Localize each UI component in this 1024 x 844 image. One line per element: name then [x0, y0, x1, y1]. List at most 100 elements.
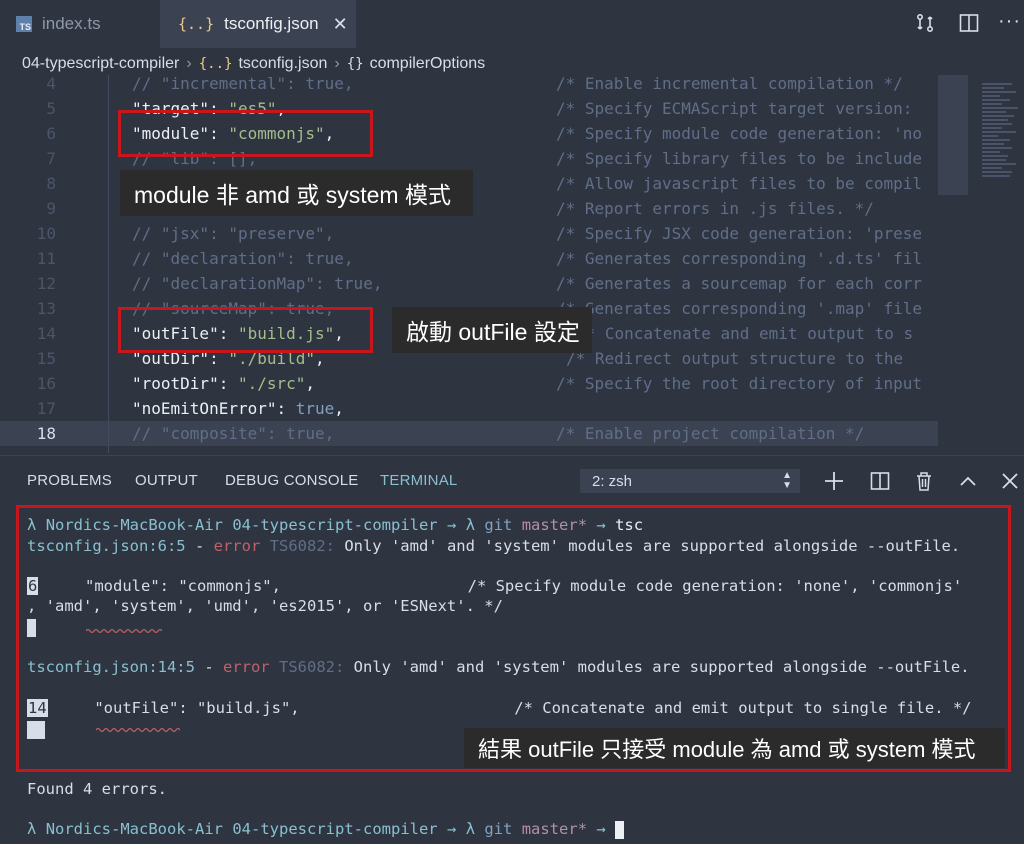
- terminal-select-value: 2: zsh: [592, 472, 633, 490]
- minimap-line: [982, 95, 1000, 97]
- minimap-line: [982, 115, 1014, 117]
- minimap-line: [982, 83, 1012, 85]
- code-line[interactable]: 12 // "declarationMap": true, /* Generates…: [0, 271, 938, 296]
- tab-output[interactable]: OUTPUT: [135, 472, 198, 489]
- minimap-line: [982, 139, 1010, 141]
- annotation-module-note: module 非 amd 或 system 模式: [120, 170, 473, 216]
- more-actions-icon[interactable]: ···: [998, 10, 1020, 32]
- select-arrows-icon: ▲ ▼: [782, 470, 792, 491]
- inline-comment: /* Enable incremental compilation */: [556, 75, 903, 93]
- plus-icon[interactable]: [823, 470, 845, 492]
- minimap-line: [982, 127, 1002, 129]
- editor-scrollbar[interactable]: [938, 75, 968, 195]
- prompt-arrow: →: [596, 820, 606, 838]
- breadcrumb-file[interactable]: tsconfig.json: [238, 55, 327, 73]
- inline-comment: /* Allow javascript files to be compil: [556, 174, 923, 193]
- chevron-up-icon[interactable]: [957, 470, 979, 492]
- minimap-line: [982, 163, 1016, 165]
- inline-comment: /* Enable project compilation */: [556, 424, 865, 443]
- minimap[interactable]: [982, 81, 1020, 201]
- terminal-prompt-line: λ Nordics-MacBook-Air 04-typescript-comp…: [27, 818, 625, 840]
- code-line[interactable]: 18 // "composite": true, /* Enable project…: [0, 421, 938, 446]
- tab-label: index.ts: [42, 14, 101, 33]
- minimap-line: [982, 111, 1006, 113]
- minimap-line: [982, 151, 1000, 153]
- tab-tsconfig-json[interactable]: {..} tsconfig.json ✕: [160, 0, 356, 48]
- code-line[interactable]: 17 "noEmitOnError": true,: [0, 396, 938, 421]
- breadcrumb: 04-typescript-compiler › {..} tsconfig.j…: [22, 52, 485, 76]
- json-key: "noEmitOnError": [132, 399, 277, 418]
- typescript-file-icon: TS: [16, 16, 32, 32]
- minimap-line: [982, 135, 998, 137]
- minimap-line: [982, 107, 1018, 109]
- split-editor-icon[interactable]: [958, 12, 980, 34]
- line-number: 7: [46, 149, 56, 168]
- object-symbol-icon: {}: [346, 56, 364, 72]
- minimap-line: [982, 103, 1002, 105]
- breadcrumb-folder[interactable]: 04-typescript-compiler: [22, 55, 179, 73]
- minimap-line: [982, 147, 1012, 149]
- commented-option: // "composite": true,: [132, 424, 335, 443]
- chevron-right-icon: ›: [186, 55, 192, 72]
- minimap-line: [982, 171, 1012, 173]
- commented-option: // "jsx": "preserve",: [132, 224, 335, 243]
- split-terminal-icon[interactable]: [869, 470, 891, 492]
- close-tab-icon[interactable]: ✕: [333, 14, 348, 35]
- prompt-branch: master*: [521, 820, 588, 838]
- line-number: 13: [36, 299, 56, 318]
- inline-comment: /* Specify ECMAScript target version:: [556, 99, 913, 118]
- minimap-line: [982, 167, 1002, 169]
- code-text: // "declarationMap": true,: [132, 271, 382, 296]
- tab-terminal[interactable]: TERMINAL: [380, 472, 457, 489]
- terminal-cursor: [615, 820, 625, 839]
- code-line[interactable]: 10 // "jsx": "preserve", /* Specify JSX co…: [0, 221, 938, 246]
- panel-tab-bar: PROBLEMS OUTPUT DEBUG CONSOLE TERMINAL 2…: [0, 456, 1024, 506]
- prompt-arrow: →: [447, 820, 457, 838]
- inline-comment: /* Generates corresponding '.d.ts' fil: [556, 249, 923, 268]
- minimap-line: [982, 99, 1010, 101]
- close-icon[interactable]: [999, 470, 1021, 492]
- line-number: 10: [36, 224, 56, 243]
- inline-comment: /* Specify library files to be include: [556, 149, 923, 168]
- minimap-line: [982, 87, 1004, 89]
- indent-guide: [108, 75, 109, 453]
- tab-problems[interactable]: PROBLEMS: [27, 472, 112, 489]
- breadcrumb-symbol[interactable]: compilerOptions: [370, 55, 486, 73]
- open-changes-icon[interactable]: [914, 12, 936, 34]
- line-number: 5: [46, 99, 56, 118]
- line-number: 18: [36, 424, 56, 443]
- trash-icon[interactable]: [913, 470, 935, 492]
- code-text: "rootDir": "./src",: [132, 374, 316, 393]
- annotation-result-note: 結果 outFile 只接受 module 為 amd 或 system 模式: [464, 728, 1005, 768]
- commented-option: // "declaration": true,: [132, 249, 354, 268]
- code-line[interactable]: 16 "rootDir": "./src", /* Specify the root…: [0, 371, 938, 396]
- line-number: 12: [36, 274, 56, 293]
- code-text: // "composite": true,: [132, 421, 334, 446]
- code-line[interactable]: 4 // "incremental": true, /* Enable increm…: [0, 75, 938, 96]
- line-number: 8: [46, 174, 56, 193]
- tab-debug-console[interactable]: DEBUG CONSOLE: [225, 472, 358, 489]
- minimap-line: [982, 131, 1016, 133]
- line-number: 11: [36, 249, 56, 268]
- minimap-line: [982, 91, 1016, 93]
- code-line[interactable]: 11 // "declaration": true, /* Generates co…: [0, 246, 938, 271]
- commented-option: // "incremental": true,: [132, 75, 354, 93]
- json-braces-icon: {..}: [178, 15, 215, 33]
- inline-comment: /* Generates a sourcemap for each corr: [556, 274, 923, 293]
- inline-comment: /* Report errors in .js files. */: [556, 199, 874, 218]
- minimap-line: [982, 175, 1010, 177]
- prompt-host: Nordics-MacBook-Air: [45, 820, 223, 838]
- json-braces-icon: {..}: [198, 56, 233, 72]
- code-text: // "jsx": "preserve",: [132, 221, 334, 246]
- inline-comment: /* Generates corresponding '.map' file: [556, 299, 923, 318]
- commented-option: // "declarationMap": true,: [132, 274, 383, 293]
- line-number: 17: [36, 399, 56, 418]
- editor-tab-bar: TS index.ts {..} tsconfig.json ✕ ···: [0, 0, 1024, 48]
- terminal-select[interactable]: 2: zsh ▲ ▼: [580, 469, 800, 493]
- inline-comment: /* Concatenate and emit output to s: [576, 324, 914, 343]
- code-text: // "incremental": true,: [132, 75, 354, 96]
- json-value: true: [295, 399, 335, 418]
- tab-index-ts[interactable]: TS index.ts: [0, 0, 160, 48]
- minimap-line: [982, 143, 1004, 145]
- inline-comment: /* Redirect output structure to the: [566, 349, 904, 368]
